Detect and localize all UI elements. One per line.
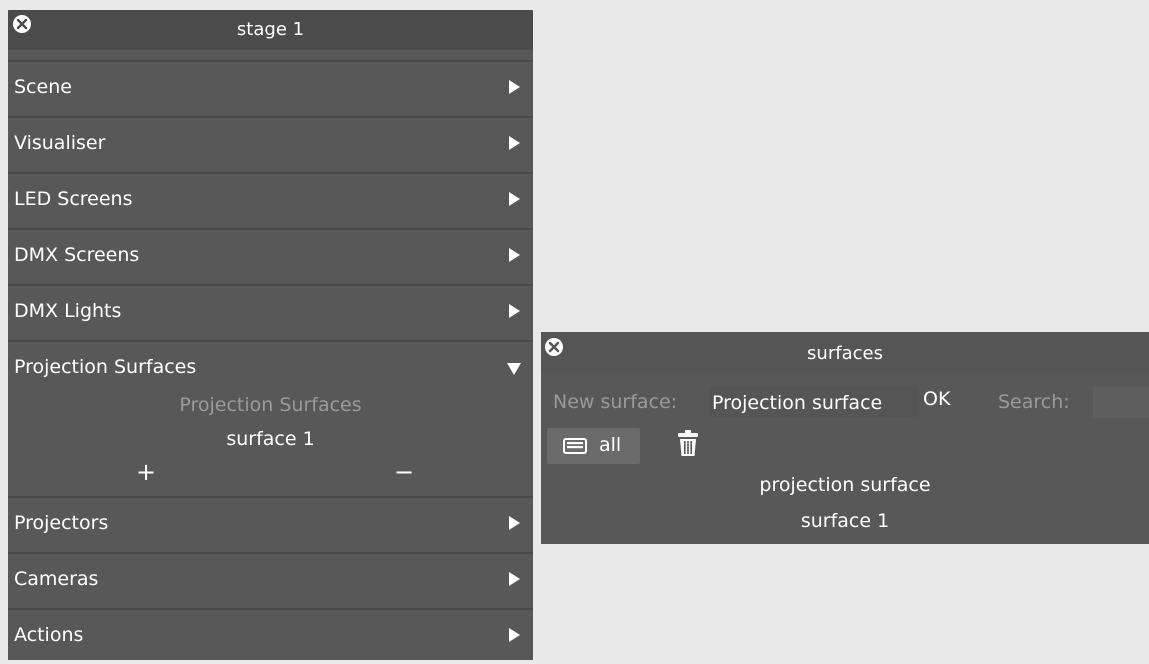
section-label: Visualiser xyxy=(14,132,106,154)
filter-list-icon xyxy=(563,438,587,454)
list-item[interactable]: surface 1 xyxy=(541,510,1149,532)
add-surface-button[interactable]: + xyxy=(136,460,156,484)
section-label: Cameras xyxy=(14,568,99,590)
section-scene[interactable]: Scene xyxy=(8,60,533,116)
filter-all-button[interactable]: all xyxy=(547,428,640,464)
section-label: Projection Surfaces xyxy=(14,356,197,378)
stage-panel-titlebar[interactable]: stage 1 xyxy=(8,10,533,50)
search-input[interactable] xyxy=(1093,386,1149,418)
arrow-right-icon xyxy=(509,136,520,150)
section-label: DMX Screens xyxy=(14,244,140,266)
section-projectors[interactable]: Projectors xyxy=(8,496,533,552)
list-header: projection surface xyxy=(759,474,931,496)
arrow-right-icon xyxy=(509,304,520,318)
arrow-right-icon xyxy=(509,516,520,530)
search-label: Search: xyxy=(998,391,1070,413)
surfaces-panel-title: surfaces xyxy=(807,343,883,364)
surfaces-panel-titlebar[interactable]: surfaces xyxy=(541,332,1149,372)
arrow-down-icon xyxy=(507,363,521,375)
projection-surfaces-content: Projection Surfaces surface 1 + − xyxy=(8,390,533,490)
section-projection-surfaces[interactable]: Projection Surfaces xyxy=(8,340,533,396)
new-surface-input[interactable]: Projection surface xyxy=(709,387,919,417)
section-label: LED Screens xyxy=(14,188,133,210)
section-actions[interactable]: Actions xyxy=(8,608,533,664)
stage-panel-title: stage 1 xyxy=(236,19,305,40)
arrow-right-icon xyxy=(509,192,520,206)
section-cameras[interactable]: Cameras xyxy=(8,552,533,608)
arrow-right-icon xyxy=(509,628,520,642)
section-visualiser[interactable]: Visualiser xyxy=(8,116,533,172)
section-dmx-lights[interactable]: DMX Lights xyxy=(8,284,533,340)
list-item[interactable]: surface 1 xyxy=(8,428,533,450)
filter-all-label: all xyxy=(599,434,622,456)
stage-panel: stage 1 Scene Visualiser LED Screens DMX… xyxy=(8,10,533,660)
section-label: Scene xyxy=(14,76,72,98)
section-label: Actions xyxy=(14,624,84,646)
arrow-right-icon xyxy=(509,248,520,262)
surfaces-panel: surfaces New surface: Projection surface… xyxy=(541,332,1149,544)
section-dmx-screens[interactable]: DMX Screens xyxy=(8,228,533,284)
new-surface-label: New surface: xyxy=(553,391,678,413)
projection-surfaces-header: Projection Surfaces xyxy=(179,394,362,416)
arrow-right-icon xyxy=(509,572,520,586)
arrow-right-icon xyxy=(509,80,520,94)
section-label: DMX Lights xyxy=(14,300,122,322)
ok-button[interactable]: OK xyxy=(923,388,950,410)
section-label: Projectors xyxy=(14,512,109,534)
trash-icon[interactable] xyxy=(677,429,699,457)
remove-surface-button[interactable]: − xyxy=(394,460,414,484)
section-led-screens[interactable]: LED Screens xyxy=(8,172,533,228)
